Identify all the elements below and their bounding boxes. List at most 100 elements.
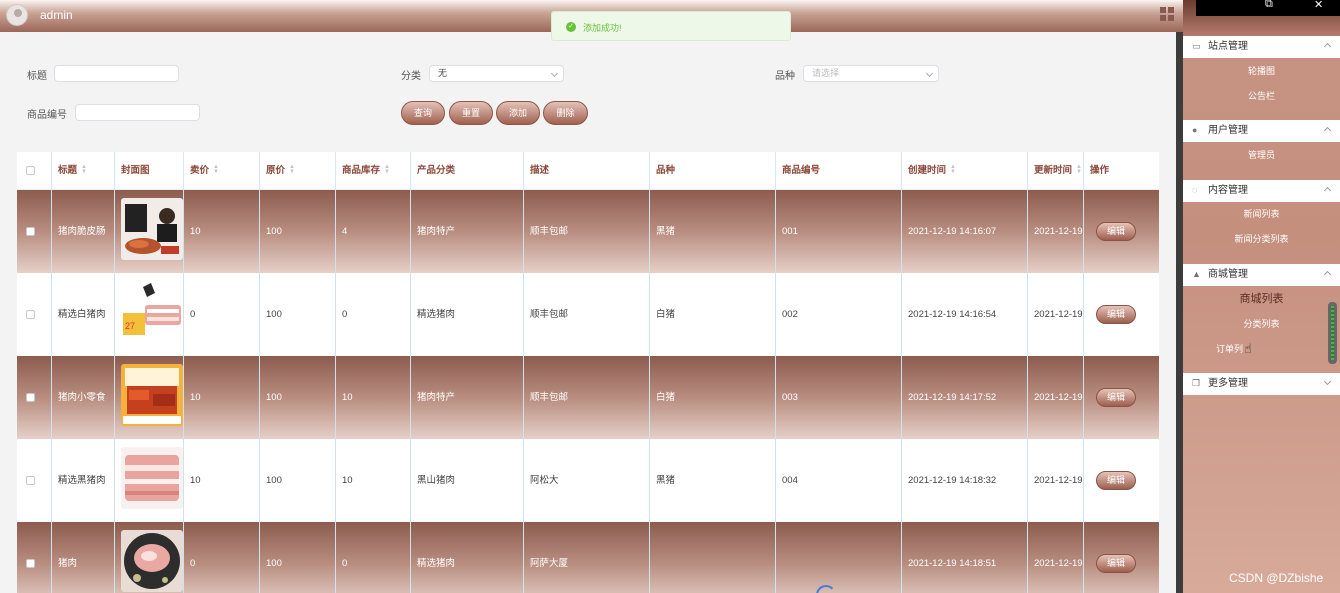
cell-original-price: 100 xyxy=(260,273,336,356)
cell-created: 2021-12-19 14:18:51 xyxy=(902,522,1028,593)
row-checkbox[interactable] xyxy=(26,393,35,402)
row-checkbox[interactable] xyxy=(26,310,35,319)
row-select-cell xyxy=(17,356,52,439)
sidebar-menu: ⧉ ✕ ▭ 站点管理 轮播图 公告栏 ● 用户管理 管理员 ◌ 内容管理 新闻列… xyxy=(1183,0,1340,593)
cell-price: 0 xyxy=(184,273,260,356)
sidebar-item-order-list[interactable]: 订单列 xyxy=(1183,337,1340,362)
sort-icon: ▲ ▼ xyxy=(1076,164,1082,176)
variety-select[interactable]: 请选择 xyxy=(803,65,939,82)
variety-label: 品种 xyxy=(775,71,795,82)
cell-title: 猪肉脆皮肠 xyxy=(52,190,115,273)
cell-code: 004 xyxy=(776,439,902,522)
row-checkbox[interactable] xyxy=(26,559,35,568)
cell-description: 顺丰包邮 xyxy=(524,356,650,439)
cell-category: 黑山猪肉 xyxy=(411,439,524,522)
sidebar-item-category-list[interactable]: 分类列表 xyxy=(1183,312,1340,337)
cell-original-price: 100 xyxy=(260,522,336,593)
cell-price: 0 xyxy=(184,522,260,593)
cell-created: 2021-12-19 14:18:32 xyxy=(902,439,1028,522)
product-image[interactable] xyxy=(121,530,183,592)
header-category: 产品分类 xyxy=(411,152,524,190)
reset-button[interactable]: 重置 xyxy=(449,101,493,125)
menu-group-shop[interactable]: ▲ 商城管理 xyxy=(1183,264,1340,286)
edit-button[interactable]: 编辑 xyxy=(1096,305,1136,324)
add-button[interactable]: 添加 xyxy=(496,101,540,125)
header-created[interactable]: 创建时间 ▲ ▼ xyxy=(902,152,1028,190)
sidebar-scrollbar[interactable] xyxy=(1328,302,1337,364)
cell-code xyxy=(776,522,902,593)
cell-description: 顺丰包邮 xyxy=(524,190,650,273)
restore-icon[interactable]: ⧉ xyxy=(1265,0,1273,11)
menu-group-label: 内容管理 xyxy=(1208,185,1248,196)
cell-created: 2021-12-19 14:17:52 xyxy=(902,356,1028,439)
edit-button[interactable]: 编辑 xyxy=(1096,388,1136,407)
watermark: CSDN @DZbishe xyxy=(1229,571,1324,585)
edit-button[interactable]: 编辑 xyxy=(1096,222,1136,241)
title-label: 标题 xyxy=(27,71,47,82)
product-image[interactable] xyxy=(121,198,183,260)
delete-button[interactable]: 删除 xyxy=(543,101,588,125)
header-original-price[interactable]: 原价 ▲ ▼ xyxy=(260,152,336,190)
close-icon[interactable]: ✕ xyxy=(1314,0,1323,11)
sidebar-item-notice[interactable]: 公告栏 xyxy=(1183,84,1340,109)
menu-group-users[interactable]: ● 用户管理 xyxy=(1183,120,1340,142)
row-checkbox[interactable] xyxy=(26,227,35,236)
table-header: 标题 ▲ ▼ 封面图 卖价 ▲ ▼ 原价 ▲ ▼ 商品库存 ▲ ▼ 产品分类 描述 品种 商品编… xyxy=(17,152,1159,190)
cell-stock: 0 xyxy=(336,273,411,356)
sort-icon: ▲ ▼ xyxy=(289,164,295,176)
category-label: 分类 xyxy=(401,71,421,82)
sidebar-item-carousel[interactable]: 轮播图 xyxy=(1183,59,1340,84)
cell-description: 顺丰包邮 xyxy=(524,273,650,356)
chevron-down-icon xyxy=(550,69,559,78)
avatar[interactable] xyxy=(6,4,28,26)
window-controls: ⧉ ✕ xyxy=(1196,0,1340,16)
cell-description: 阿松大 xyxy=(524,439,650,522)
select-all-cell xyxy=(17,152,52,190)
chevron-up-icon xyxy=(1323,186,1332,195)
cell-code: 002 xyxy=(776,273,902,356)
apps-grid-icon[interactable] xyxy=(1160,7,1174,21)
sidebar-item-admin[interactable]: 管理员 xyxy=(1183,143,1340,168)
header-cover: 封面图 xyxy=(115,152,184,190)
header-code: 商品编号 xyxy=(776,152,902,190)
sort-icon: ▲ ▼ xyxy=(384,164,390,176)
product-image[interactable] xyxy=(121,364,183,426)
title-input[interactable] xyxy=(54,65,179,82)
sidebar-item-news-category[interactable]: 新闻分类列表 xyxy=(1183,227,1340,252)
product-image[interactable]: 27 xyxy=(121,281,183,343)
code-input[interactable] xyxy=(75,104,200,121)
copy-icon: ❐ xyxy=(1192,378,1201,388)
chat-icon: ◌ xyxy=(1192,185,1198,195)
lock-icon: ▲ xyxy=(1192,269,1201,279)
row-select-cell xyxy=(17,439,52,522)
menu-group-site[interactable]: ▭ 站点管理 xyxy=(1183,36,1340,58)
table-row: 精选黑猪肉 10 100 10 黑山猪肉 阿松大 黑猪 004 2021-12-… xyxy=(17,439,1159,522)
header-stock[interactable]: 商品库存 ▲ ▼ xyxy=(336,152,411,190)
menu-group-label: 用户管理 xyxy=(1208,125,1248,136)
menu-group-more[interactable]: ❐ 更多管理 xyxy=(1183,373,1340,395)
svg-text:27: 27 xyxy=(125,321,135,331)
cell-original-price: 100 xyxy=(260,356,336,439)
category-select-value: 无 xyxy=(438,68,448,78)
query-button[interactable]: 查询 xyxy=(401,101,445,125)
header-price[interactable]: 卖价 ▲ ▼ xyxy=(184,152,260,190)
edit-button[interactable]: 编辑 xyxy=(1096,471,1136,490)
header-updated[interactable]: 更新时间 ▲ ▼ xyxy=(1028,152,1084,190)
row-checkbox[interactable] xyxy=(26,476,35,485)
header-title[interactable]: 标题 ▲ ▼ xyxy=(52,152,115,190)
sidebar-item-shop-list[interactable]: 商城列表 xyxy=(1183,287,1340,312)
select-all-checkbox[interactable] xyxy=(26,166,35,175)
username: admin xyxy=(40,8,73,22)
product-image[interactable] xyxy=(121,447,183,509)
edit-button[interactable]: 编辑 xyxy=(1096,554,1136,573)
cell-variety: 白猪 xyxy=(650,273,776,356)
cell-updated: 2021-12-19 xyxy=(1028,356,1084,439)
sidebar-item-news[interactable]: 新闻列表 xyxy=(1183,202,1340,227)
content-scrollbar[interactable] xyxy=(1176,32,1183,593)
menu-group-content[interactable]: ◌ 内容管理 xyxy=(1183,180,1340,202)
menu-group-label: 更多管理 xyxy=(1208,378,1248,389)
cell-original-price: 100 xyxy=(260,439,336,522)
category-select[interactable]: 无 xyxy=(429,65,564,82)
cell-price: 10 xyxy=(184,439,260,522)
success-toast: ✓ 添加成功! xyxy=(551,11,791,41)
